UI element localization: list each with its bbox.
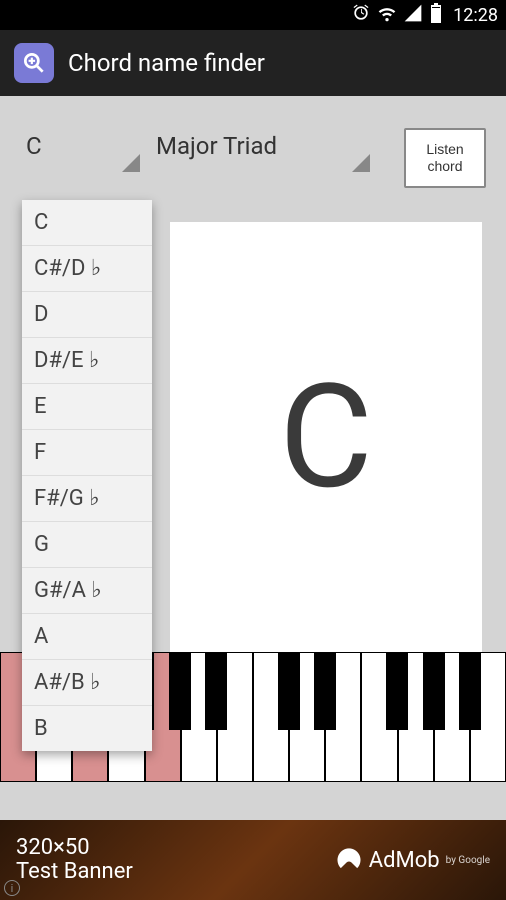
ad-info-icon[interactable]: i bbox=[4, 880, 20, 896]
dropdown-item[interactable]: C#/D ♭ bbox=[22, 246, 152, 292]
chord-display-panel: C bbox=[170, 222, 482, 652]
wifi-icon bbox=[377, 3, 397, 28]
alarm-icon bbox=[351, 3, 371, 28]
dropdown-item[interactable]: E bbox=[22, 384, 152, 430]
status-bar: 12:28 bbox=[0, 0, 506, 30]
app-bar: Chord name finder bbox=[0, 30, 506, 96]
signal-icon bbox=[403, 3, 423, 28]
dropdown-item[interactable]: C bbox=[22, 200, 152, 246]
root-note-value: C bbox=[26, 132, 42, 160]
app-title: Chord name finder bbox=[68, 49, 265, 77]
black-key[interactable] bbox=[169, 652, 191, 730]
battery-icon bbox=[429, 3, 443, 28]
dropdown-item[interactable]: D#/E ♭ bbox=[22, 338, 152, 384]
chord-name-text: C bbox=[279, 353, 373, 522]
root-note-dropdown[interactable]: CC#/D ♭DD#/E ♭EFF#/G ♭GG#/A ♭AA#/B ♭B bbox=[22, 200, 152, 751]
dropdown-item[interactable]: D bbox=[22, 292, 152, 338]
admob-icon bbox=[335, 846, 363, 874]
dropdown-item[interactable]: F#/G ♭ bbox=[22, 476, 152, 522]
chord-type-spinner[interactable]: Major Triad bbox=[150, 128, 370, 172]
listen-chord-button[interactable]: Listen chord bbox=[404, 128, 486, 188]
black-key[interactable] bbox=[423, 652, 445, 730]
ad-banner[interactable]: i 320×50 Test Banner AdMob by Google bbox=[0, 820, 506, 900]
ad-text: 320×50 Test Banner bbox=[16, 836, 133, 884]
chord-type-value: Major Triad bbox=[156, 132, 277, 160]
dropdown-item[interactable]: A bbox=[22, 614, 152, 660]
ad-brand: AdMob by Google bbox=[335, 846, 490, 874]
controls-row: C Major Triad Listen chord bbox=[0, 96, 506, 204]
black-key[interactable] bbox=[278, 652, 300, 730]
dropdown-item[interactable]: B bbox=[22, 706, 152, 751]
app-icon bbox=[14, 43, 54, 83]
clock-time: 12:28 bbox=[453, 5, 498, 26]
dropdown-item[interactable]: G bbox=[22, 522, 152, 568]
black-key[interactable] bbox=[205, 652, 227, 730]
dropdown-item[interactable]: F bbox=[22, 430, 152, 476]
dropdown-item[interactable]: A#/B ♭ bbox=[22, 660, 152, 706]
black-key[interactable] bbox=[386, 652, 408, 730]
black-key[interactable] bbox=[459, 652, 481, 730]
black-key[interactable] bbox=[314, 652, 336, 730]
dropdown-item[interactable]: G#/A ♭ bbox=[22, 568, 152, 614]
root-note-spinner[interactable]: C bbox=[20, 128, 140, 172]
